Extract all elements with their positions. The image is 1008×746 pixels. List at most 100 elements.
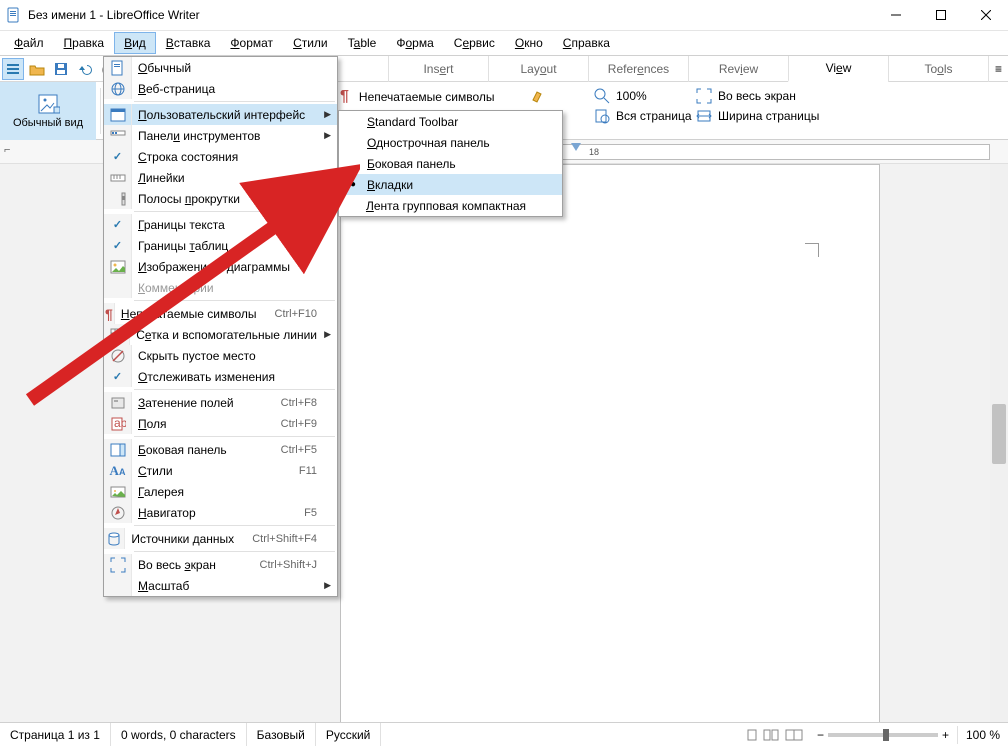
vertical-scrollbar[interactable] xyxy=(990,164,1008,722)
menu-item[interactable]: Сетка и вспомогательные линии▶ xyxy=(104,324,337,345)
fullscreen-icon xyxy=(696,88,712,104)
menu-item[interactable]: Обычный xyxy=(104,57,337,78)
ribbon-tab-tools[interactable]: Tools xyxy=(888,56,988,82)
view-single-icon[interactable] xyxy=(745,728,759,742)
menu-item[interactable]: ✓Отслеживать изменения xyxy=(104,366,337,387)
sidebar-icon xyxy=(104,439,132,460)
minimize-button[interactable] xyxy=(873,0,918,30)
menu-файл[interactable]: Файл xyxy=(4,32,54,54)
status-page[interactable]: Страница 1 из 1 xyxy=(0,723,111,746)
ui-icon xyxy=(104,104,132,125)
ribbon-tabs: InsertLayoutReferencesReviewViewTools≡ xyxy=(388,56,1008,82)
view-multi-icon[interactable] xyxy=(763,728,781,742)
nav-icon xyxy=(104,502,132,523)
menu-item[interactable]: НавигаторF5 xyxy=(104,502,337,523)
zoom-in-icon[interactable]: + xyxy=(942,728,949,742)
fullscreen-button[interactable]: Во весь экран xyxy=(696,88,819,104)
page[interactable] xyxy=(340,164,880,722)
shade-icon xyxy=(104,392,132,413)
menu-item[interactable]: ✓Границы таблиц xyxy=(104,235,337,256)
scroll-icon xyxy=(104,188,132,209)
zoom-out-icon[interactable]: − xyxy=(817,728,824,742)
ribbon-tab-insert[interactable]: Insert xyxy=(388,56,488,82)
status-style[interactable]: Базовый xyxy=(247,723,316,746)
menu-item[interactable]: ✓Строка состояния xyxy=(104,146,337,167)
zoom-percent[interactable]: 100 % xyxy=(966,728,1000,742)
page-width-icon xyxy=(696,108,712,124)
ribbon-tab-layout[interactable]: Layout xyxy=(488,56,588,82)
undo-icon[interactable] xyxy=(74,58,96,80)
menu-table[interactable]: Table xyxy=(338,32,387,54)
save-icon[interactable] xyxy=(50,58,72,80)
zoom-100-button[interactable]: 100% xyxy=(594,88,692,104)
menu-форма[interactable]: Форма xyxy=(386,32,443,54)
menu-сервис[interactable]: Сервис xyxy=(444,32,505,54)
menu-справка[interactable]: Справка xyxy=(553,32,620,54)
menu-item[interactable]: Линейки▶ xyxy=(104,167,337,188)
image-icon xyxy=(104,256,132,277)
menu-формат[interactable]: Формат xyxy=(220,32,283,54)
ribbon-more-icon[interactable]: ≡ xyxy=(988,56,1008,82)
menu-item[interactable]: Масштаб▶ xyxy=(104,575,337,596)
ribbon-tab-view[interactable]: View xyxy=(788,56,888,82)
close-button[interactable] xyxy=(963,0,1008,30)
maximize-button[interactable] xyxy=(918,0,963,30)
menu-правка[interactable]: Правка xyxy=(54,32,115,54)
status-language[interactable]: Русский xyxy=(316,723,382,746)
normal-view-button[interactable]: Обычный вид xyxy=(0,82,96,140)
submenu-item[interactable]: Лента групповая компактная xyxy=(339,195,562,216)
menu-item[interactable]: Боковая панельCtrl+F5 xyxy=(104,439,337,460)
menu-bar: ФайлПравкаВидВставкаФорматСтилиTableФорм… xyxy=(0,30,1008,56)
pilcrow-icon: ¶ xyxy=(340,88,349,106)
zoom-icon xyxy=(594,88,610,104)
user-interface-submenu: Standard ToolbarОднострочная панельБоков… xyxy=(338,110,563,217)
view-book-icon[interactable] xyxy=(785,728,803,742)
ribbon-tab-references[interactable]: References xyxy=(588,56,688,82)
menu-item[interactable]: Панели инструментов▶ xyxy=(104,125,337,146)
menu-item[interactable]: Пользовательский интерфейс▶ xyxy=(104,104,337,125)
menu-item[interactable]: Полосы прокрутки▶ xyxy=(104,188,337,209)
menu-item[interactable]: Веб-страница xyxy=(104,78,337,99)
styles-icon: AA xyxy=(104,460,132,481)
field-icon: ab xyxy=(104,413,132,434)
submenu-item[interactable]: Боковая панель xyxy=(339,153,562,174)
menu-item[interactable]: abПоляCtrl+F9 xyxy=(104,413,337,434)
submenu-arrow-icon: ▶ xyxy=(324,193,331,204)
writer-doc-icon xyxy=(6,7,22,23)
menu-item[interactable]: Источники данныхCtrl+Shift+F4 xyxy=(104,528,337,549)
menu-item[interactable]: ✓Границы текста xyxy=(104,214,337,235)
submenu-item[interactable]: Standard Toolbar xyxy=(339,111,562,132)
gallery-icon xyxy=(104,481,132,502)
submenu-item[interactable]: ●Вкладки xyxy=(339,174,562,195)
margin-corner-icon xyxy=(805,243,819,257)
submenu-item[interactable]: Однострочная панель xyxy=(339,132,562,153)
menu-item[interactable]: Затенение полейCtrl+F8 xyxy=(104,392,337,413)
menu-item[interactable]: Изображения и диаграммы xyxy=(104,256,337,277)
menu-окно[interactable]: Окно xyxy=(505,32,553,54)
formatting-marks-label[interactable]: Непечатаемые символы xyxy=(359,90,495,104)
zoom-slider[interactable] xyxy=(828,733,938,737)
quick-menu-button[interactable] xyxy=(2,58,24,80)
whole-page-icon xyxy=(594,108,610,124)
whole-page-button[interactable]: Вся страница xyxy=(594,108,692,124)
page-normal-icon xyxy=(104,57,132,78)
open-icon[interactable] xyxy=(26,58,48,80)
pilcrow-icon: ¶ xyxy=(104,303,115,324)
menu-вставка[interactable]: Вставка xyxy=(156,32,221,54)
menu-item[interactable]: ¶Непечатаемые символыCtrl+F10 xyxy=(104,303,337,324)
menu-item[interactable]: Во весь экранCtrl+Shift+J xyxy=(104,554,337,575)
ribbon-separator xyxy=(100,88,101,134)
status-words[interactable]: 0 words, 0 characters xyxy=(111,723,247,746)
menu-вид[interactable]: Вид xyxy=(114,32,156,54)
ruler-icon xyxy=(104,167,132,188)
submenu-arrow-icon: ▶ xyxy=(324,172,331,183)
menu-item[interactable]: Скрыть пустое место xyxy=(104,345,337,366)
page-width-button[interactable]: Ширина страницы xyxy=(696,108,819,124)
scrollbar-thumb[interactable] xyxy=(992,404,1006,464)
highlight-icon[interactable] xyxy=(530,88,546,104)
menu-стили[interactable]: Стили xyxy=(283,32,338,54)
menu-item[interactable]: AAСтилиF11 xyxy=(104,460,337,481)
submenu-arrow-icon: ▶ xyxy=(324,580,331,591)
menu-item[interactable]: Галерея xyxy=(104,481,337,502)
ribbon-tab-review[interactable]: Review xyxy=(688,56,788,82)
